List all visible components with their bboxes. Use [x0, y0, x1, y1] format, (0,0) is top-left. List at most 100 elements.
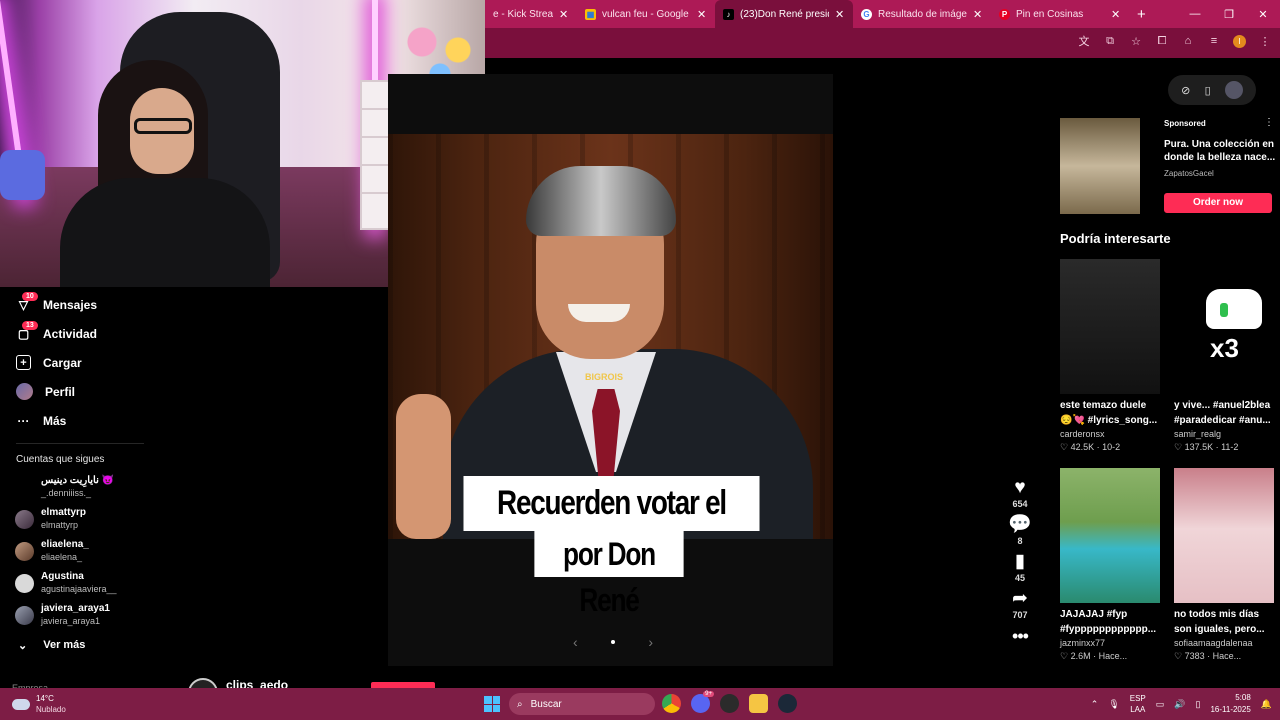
recommended-video[interactable]: no todos mis días son iguales, pero... s…	[1174, 468, 1274, 662]
close-icon[interactable]: ✕	[697, 8, 707, 21]
vpn-icon[interactable]: ⌂	[1181, 34, 1195, 48]
discord-icon[interactable]: 9+	[691, 691, 714, 713]
phone-icon[interactable]: ▯	[1205, 84, 1211, 97]
next-video-strip: clips_aedo	[176, 672, 1076, 708]
following-account[interactable]: elmattyrp elmattyrp	[0, 503, 176, 535]
tab-google-shopping[interactable]: ▦ vulcan feu - Google Shop ✕	[577, 0, 715, 28]
more-dots-icon: •••	[1012, 626, 1029, 646]
ad-more-icon[interactable]: ⋮	[1264, 117, 1274, 128]
sidebar-item-actividad[interactable]: ▢ 13 Actividad	[0, 319, 176, 348]
tab-pinterest[interactable]: P Pin en Cosinas ✕	[991, 0, 1129, 28]
recommended-video[interactable]: JAJAJAJ #fyp #fypppppppppppp... jazminxx…	[1060, 468, 1160, 662]
order-now-button[interactable]: Order now	[1164, 193, 1272, 213]
close-icon[interactable]: ✕	[973, 8, 983, 21]
close-icon[interactable]: ✕	[559, 8, 569, 21]
sidebar-item-cargar[interactable]: + Cargar	[0, 348, 176, 377]
share-button[interactable]: ➦ 707	[1012, 589, 1028, 621]
chrome-icon[interactable]	[662, 694, 681, 713]
close-icon[interactable]: ✕	[835, 8, 845, 21]
close-icon[interactable]: ✕	[1111, 8, 1121, 21]
translate-icon[interactable]: 文	[1077, 34, 1091, 48]
recommended-video[interactable]: x3 y vive... #anuel2blea #paradedicar #a…	[1174, 259, 1274, 453]
taskbar-search[interactable]: ⌕ Buscar	[509, 693, 655, 715]
cast-icon[interactable]: ⧉	[1103, 34, 1117, 48]
prev-arrow-icon[interactable]: ‹	[573, 634, 578, 650]
video-author: carderonsx	[1060, 429, 1105, 439]
ad-title: Pura. Una colección en donde la belleza …	[1164, 139, 1276, 163]
notifications-icon[interactable]: 🔔	[1261, 699, 1272, 710]
tab-kick[interactable]: e - Kick Streaming ✕	[485, 0, 577, 28]
new-tab-button[interactable]: +	[1129, 6, 1154, 23]
like-button[interactable]: ♥ 654	[1012, 478, 1027, 510]
video-thumbnail[interactable]	[1060, 259, 1160, 394]
video-caption-line: por Don René	[534, 531, 684, 618]
google-shopping-icon: ▦	[585, 8, 596, 20]
carousel-dot[interactable]	[611, 640, 615, 644]
temperature: 14°C	[36, 694, 54, 703]
profile-avatar-icon[interactable]: I	[1233, 34, 1246, 48]
obs-icon[interactable]	[720, 694, 739, 713]
save-button[interactable]: ▮ 45	[1015, 552, 1025, 584]
sidebar-item-mas[interactable]: ··· Más	[0, 406, 176, 435]
tray-chevron-up-icon[interactable]: ⌃	[1091, 699, 1099, 710]
language-indicator[interactable]: ESP LAA	[1130, 693, 1146, 715]
minimize-icon[interactable]: —	[1178, 8, 1212, 20]
bookmark-star-icon[interactable]: ☆	[1129, 34, 1143, 48]
sidebar-item-mensajes[interactable]: ▽ 10 Mensajes	[0, 290, 176, 319]
avatar	[15, 541, 34, 561]
close-window-icon[interactable]: ✕	[1246, 8, 1280, 21]
video-action-bar: ♥ 654 💬 8 ▮ 45 ➦ 707 •••	[1004, 478, 1036, 647]
ad-thumbnail[interactable]	[1060, 118, 1140, 214]
recommended-video[interactable]: este temazo duele 😔💘 #lyrics_song... car…	[1060, 259, 1160, 453]
following-account[interactable]: نايارِيت دينيس 😈 _.denniiiss._	[0, 471, 176, 503]
battery-icon[interactable]: ▯	[1196, 699, 1201, 710]
comment-button[interactable]: 💬 8	[1008, 515, 1032, 547]
account-username: javiera_araya1	[41, 616, 101, 626]
account-username: _.denniiiss._	[41, 488, 92, 498]
sidebar-item-perfil[interactable]: Perfil	[0, 377, 176, 406]
ad-brand: ZapatosGacel	[1164, 169, 1214, 178]
more-options-button[interactable]: •••	[1012, 626, 1029, 646]
pinterest-icon: P	[999, 8, 1010, 20]
skull-graphic	[1206, 289, 1262, 329]
video-thumbnail[interactable]: x3	[1174, 259, 1274, 394]
compass-icon[interactable]: ⊘	[1181, 84, 1190, 97]
video-player[interactable]: BIGROIS Recuerden votar el domingo por D…	[388, 74, 833, 666]
time: 5:08	[1235, 693, 1251, 702]
following-account[interactable]: javiera_araya1 javiera_araya1	[0, 599, 176, 631]
browser-tab-bar: e - Kick Streaming ✕ ▦ vulcan feu - Goog…	[485, 0, 1280, 28]
tab-google-images[interactable]: G Resultado de imágenes d ✕	[853, 0, 991, 28]
avatar-icon	[16, 383, 33, 400]
network-icon[interactable]: ▭	[1156, 699, 1165, 710]
chevron-down-icon: ⌄	[18, 639, 28, 652]
video-thumbnail[interactable]	[1060, 468, 1160, 603]
video-stats: ♡ 7383 · Hace...	[1174, 651, 1242, 661]
restore-icon[interactable]: ❐	[1212, 8, 1246, 21]
steam-icon[interactable]	[778, 694, 797, 713]
user-avatar[interactable]	[1224, 81, 1243, 99]
clock[interactable]: 5:08 16-11-2025	[1210, 692, 1250, 716]
see-more-button[interactable]: ⌄ Ver más	[0, 631, 176, 659]
video-thumbnail[interactable]	[1174, 468, 1274, 603]
menu-kebab-icon[interactable]: ⋮	[1258, 34, 1272, 48]
sidebar-item-label: Actividad	[43, 326, 98, 341]
tab-tiktok[interactable]: ♪ (23)Don René presidente ✕	[715, 0, 853, 28]
microphone-icon[interactable]: 🎙	[1108, 699, 1119, 710]
video-description: #fypppppppppppp...	[1060, 624, 1157, 635]
next-arrow-icon[interactable]: ›	[648, 634, 653, 650]
volume-icon[interactable]: 🔊	[1174, 699, 1185, 710]
video-description: no todos mis días	[1174, 609, 1260, 620]
tiktok-icon: ♪	[723, 8, 734, 20]
sponsored-ad[interactable]: Sponsored ⋮ Pura. Una colección en donde…	[1060, 116, 1276, 216]
account-name: elmattyrp	[41, 507, 87, 518]
account-username: elmattyrp	[41, 520, 79, 530]
following-account[interactable]: Agustina agustinajaaviera__	[0, 567, 176, 599]
extensions-icon[interactable]: ⧠	[1155, 34, 1169, 48]
tab-label: vulcan feu - Google Shop	[602, 8, 691, 20]
windows-start-icon[interactable]	[484, 696, 500, 712]
weather-widget[interactable]: 14°C Nublado	[12, 693, 66, 715]
reading-list-icon[interactable]: ≡	[1207, 34, 1221, 48]
file-explorer-icon[interactable]	[749, 694, 768, 713]
account-name: Agustina	[41, 571, 84, 582]
following-account[interactable]: eliaelena_ eliaelena_	[0, 535, 176, 567]
